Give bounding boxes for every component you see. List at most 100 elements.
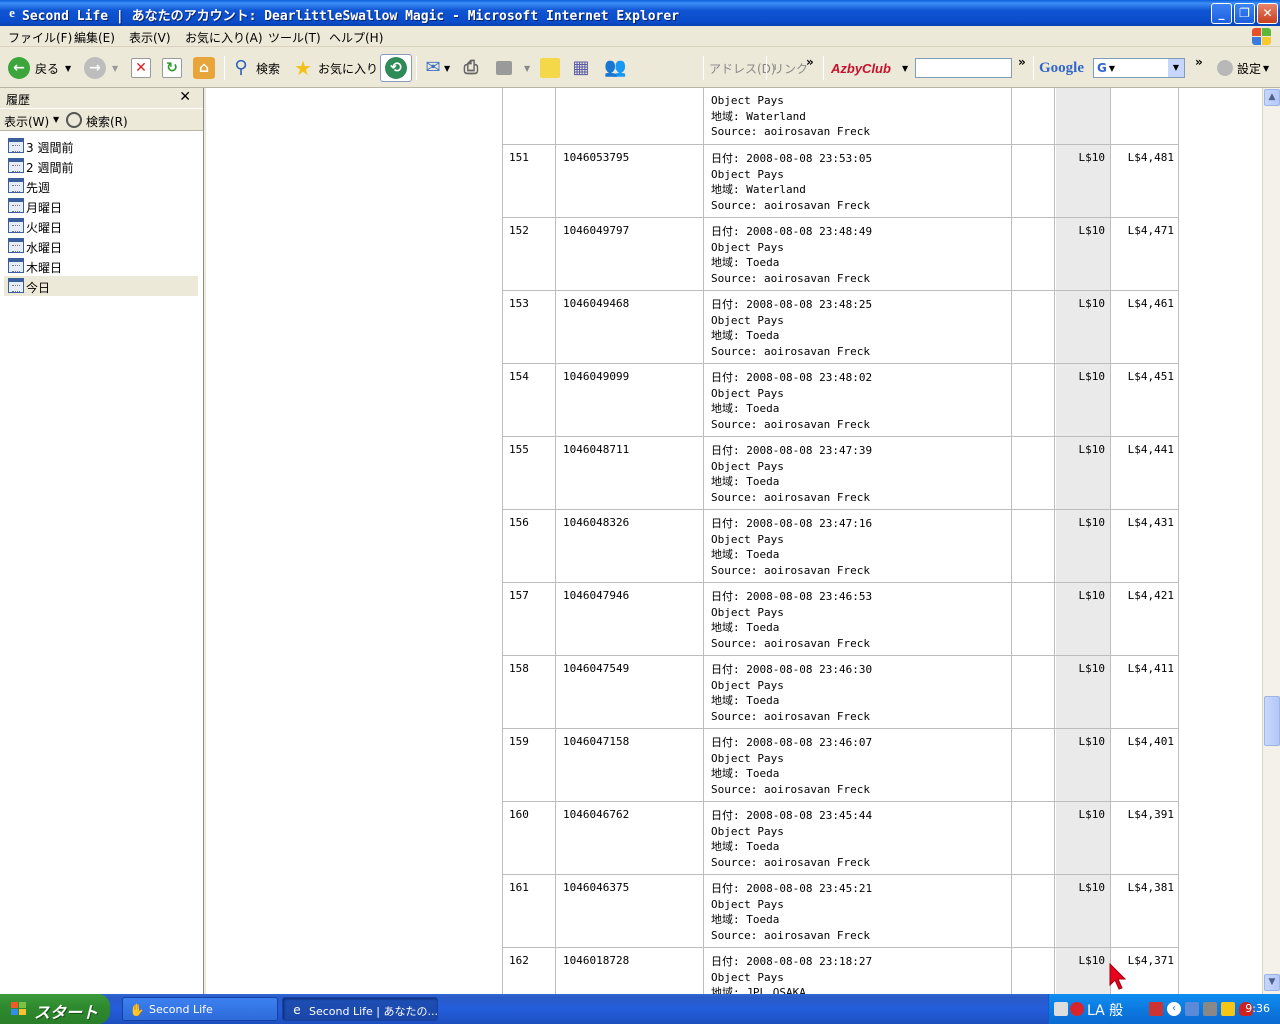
scroll-up-button[interactable]: ▲ — [1264, 89, 1280, 106]
google-chevron[interactable]: » — [1195, 48, 1203, 76]
keyboard-icon[interactable] — [1054, 1002, 1068, 1016]
back-dropdown-icon[interactable]: ▼ — [65, 64, 71, 73]
start-button[interactable]: スタート — [0, 994, 110, 1024]
menu-favorites[interactable]: お気に入り(A) — [185, 29, 263, 46]
transaction-debit — [1013, 291, 1055, 363]
close-button[interactable]: ✕ — [1257, 3, 1278, 24]
transaction-balance: L$4,431 — [1127, 516, 1174, 529]
toolbar-separator — [703, 56, 704, 80]
task-ie-window[interactable]: e Second Life | あなたの... — [282, 997, 438, 1021]
close-history-pane-button[interactable]: ✕ — [179, 89, 191, 105]
mail-dropdown-icon[interactable]: ▼ — [444, 64, 450, 73]
links-chevron[interactable]: » — [806, 48, 814, 76]
transaction-details: 日付: 2008-08-08 23:48:02 Object Pays 地域: To… — [705, 364, 1012, 436]
back-button[interactable]: ← 戻る ▼ — [8, 54, 71, 82]
settings-button[interactable]: 設定 ▼ — [1217, 54, 1269, 82]
menu-help[interactable]: ヘルプ(H) — [329, 29, 383, 46]
google-combo-arrow-icon[interactable]: ▼ — [1168, 59, 1184, 77]
transaction-id: 1046047946 — [557, 583, 704, 655]
task-second-life[interactable]: ✋ Second Life — [122, 997, 278, 1021]
links-label[interactable]: リンク — [772, 54, 808, 82]
transaction-region: 地域: Waterland — [711, 183, 806, 197]
transaction-id: 1046048711 — [557, 437, 704, 509]
ime-mode-label[interactable]: LA 般 — [1087, 1000, 1123, 1020]
search-button[interactable]: ⚲ 検索 — [230, 54, 280, 82]
forward-button[interactable]: → ▼ — [84, 54, 118, 82]
google-search-combo[interactable]: G ▼ ▼ — [1093, 58, 1185, 78]
tray-app-icon[interactable] — [1149, 1002, 1163, 1016]
history-view-dropdown-icon[interactable]: ▼ — [53, 115, 59, 124]
google-logo[interactable]: Google — [1039, 54, 1084, 82]
history-item-label: 木曜日 — [26, 261, 63, 275]
history-item-last-week[interactable]: 先週 — [4, 176, 198, 196]
menu-file[interactable]: ファイル(F) — [8, 29, 72, 46]
note-icon — [540, 58, 560, 78]
transaction-type: Object Pays — [711, 824, 784, 838]
scroll-down-button[interactable]: ▼ — [1264, 974, 1280, 991]
settings-dropdown-icon[interactable]: ▼ — [1263, 64, 1269, 73]
transaction-type: Object Pays — [711, 605, 784, 619]
transaction-debit — [1013, 948, 1055, 994]
maximize-button[interactable]: ❐ — [1234, 3, 1255, 24]
menu-tools[interactable]: ツール(T) — [268, 29, 321, 46]
transaction-balance: L$4,381 — [1127, 881, 1174, 894]
transaction-debit — [1013, 583, 1055, 655]
history-item-label: 3 週間前 — [26, 141, 74, 155]
minimize-button[interactable]: _ — [1211, 3, 1232, 24]
history-item-label: 今日 — [26, 281, 51, 295]
print-button[interactable]: ⎙ — [460, 54, 482, 82]
ime-icon[interactable] — [1070, 1002, 1084, 1016]
history-item-3-weeks-ago[interactable]: 3 週間前 — [4, 136, 198, 156]
transaction-type: Object Pays — [711, 313, 784, 327]
history-button[interactable]: ⟲ — [380, 54, 412, 82]
history-item-2-weeks-ago[interactable]: 2 週間前 — [4, 156, 198, 176]
refresh-button[interactable]: ↻ — [162, 54, 182, 82]
forward-dropdown-icon[interactable]: ▼ — [112, 64, 118, 73]
azbyclub-logo[interactable]: AzbyClub — [831, 54, 891, 82]
discuss-button[interactable] — [540, 54, 560, 82]
history-item-wednesday[interactable]: 水曜日 — [4, 236, 198, 256]
transaction-details: Object Pays 地域: Waterland Source: aoiros… — [705, 88, 1012, 144]
history-item-today[interactable]: 今日 — [4, 276, 198, 296]
task-label: Second Life — [149, 1003, 213, 1016]
scroll-thumb[interactable] — [1264, 696, 1280, 746]
vertical-scrollbar[interactable]: ▲ ▼ — [1262, 88, 1280, 994]
history-item-label: 月曜日 — [26, 201, 63, 215]
messenger-button[interactable]: 👥 — [604, 54, 626, 82]
history-view-menu[interactable]: 表示(W) — [4, 113, 49, 130]
network-icon[interactable] — [1185, 1002, 1199, 1016]
azby-search-input[interactable] — [915, 58, 1012, 78]
azby-dropdown-icon[interactable]: ▼ — [902, 54, 908, 82]
history-item-thursday[interactable]: 木曜日 — [4, 256, 198, 276]
transaction-amount: L$10 — [1056, 729, 1111, 801]
google-g-dropdown-icon[interactable]: ▼ — [1109, 64, 1115, 73]
transaction-region: 地域: Toeda — [711, 329, 780, 343]
azby-chevron[interactable]: » — [1018, 48, 1026, 76]
transaction-balance: L$4,451 — [1127, 370, 1174, 383]
stop-button[interactable]: ✕ — [131, 54, 151, 82]
home-button[interactable]: ⌂ — [193, 54, 215, 82]
transaction-id: 1046048326 — [557, 510, 704, 582]
edit-button[interactable]: ▼ — [496, 54, 530, 82]
history-item-monday[interactable]: 月曜日 — [4, 196, 198, 216]
transaction-amount: L$10 — [1056, 802, 1111, 874]
security-alert-icon[interactable] — [1221, 1002, 1235, 1016]
tray-expand-icon[interactable]: ‹ — [1167, 1002, 1181, 1016]
safely-remove-icon[interactable] — [1203, 1002, 1217, 1016]
history-search-button[interactable]: 検索(R) — [86, 113, 128, 130]
transaction-number: 158 — [503, 656, 556, 728]
menu-edit[interactable]: 編集(E) — [74, 29, 115, 46]
star-icon: ★ — [294, 56, 312, 80]
transaction-details: 日付: 2008-08-08 23:48:49 Object Pays 地域: To… — [705, 218, 1012, 290]
mail-button[interactable]: ✉ ▼ — [422, 54, 450, 82]
edit-dropdown-icon[interactable]: ▼ — [524, 64, 530, 73]
research-button[interactable]: ▦ — [570, 54, 592, 82]
menu-view[interactable]: 表示(V) — [129, 29, 171, 46]
table-row: 153 1046049468 日付: 2008-08-08 23:48:25 Obje… — [503, 291, 1178, 364]
table-row: 152 1046049797 日付: 2008-08-08 23:48:49 Obje… — [503, 218, 1178, 291]
title-bar[interactable]: e Second Life | あなたのアカウント: DearlittleSwa… — [0, 0, 1280, 26]
transaction-date: 日付: 2008-08-08 23:48:25 — [711, 298, 873, 311]
favorites-button[interactable]: ★ お気に入り — [292, 54, 378, 82]
edit-icon — [496, 61, 512, 75]
history-item-tuesday[interactable]: 火曜日 — [4, 216, 198, 236]
